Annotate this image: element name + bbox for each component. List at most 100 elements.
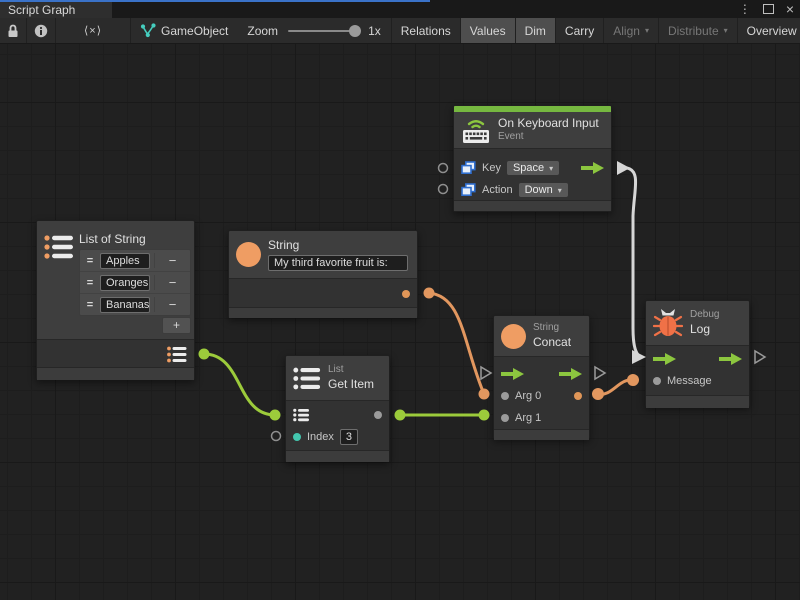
unconnected-port-circle[interactable] xyxy=(439,164,448,173)
flow-output-port[interactable] xyxy=(719,353,742,365)
toolbar-button-align[interactable]: Align ▾ xyxy=(604,18,659,43)
zoom-slider[interactable] xyxy=(288,30,360,32)
node-category: String xyxy=(533,322,571,335)
node-list-of-string[interactable]: List of String = Apples − = Oranges − xyxy=(36,220,195,380)
item-output-port[interactable] xyxy=(374,411,382,419)
drag-handle[interactable]: = xyxy=(80,277,100,289)
wire-endpoint xyxy=(479,389,490,400)
remove-item-button[interactable]: − xyxy=(154,275,190,290)
wire-endpoint xyxy=(592,388,604,400)
list-item-input[interactable]: Oranges xyxy=(100,275,150,291)
node-on-keyboard-input[interactable]: On Keyboard Input Event Key Space ▾ xyxy=(453,105,612,212)
list-output-port[interactable] xyxy=(167,346,187,363)
toolbar-button-values[interactable]: Values xyxy=(461,18,516,43)
drag-handle[interactable]: = xyxy=(80,255,100,267)
flow-output-port[interactable] xyxy=(559,368,582,380)
node-string-literal[interactable]: String My third favorite fruit is: xyxy=(228,230,418,318)
index-label: Index xyxy=(307,431,334,443)
arg0-input-port[interactable] xyxy=(501,392,509,400)
zoom-value: 1x xyxy=(368,24,381,38)
node-debug-log[interactable]: Debug Log Message xyxy=(645,300,750,407)
list-item-input[interactable]: Apples xyxy=(100,253,150,269)
flow-output-port[interactable] xyxy=(581,162,604,174)
wire-keyboard-to-log[interactable] xyxy=(627,168,641,357)
property-icon xyxy=(461,183,476,197)
unconnected-port-circle[interactable] xyxy=(439,185,448,194)
wire-endpoint xyxy=(270,410,281,421)
key-dropdown[interactable]: Space ▾ xyxy=(507,161,559,175)
unconnected-flow-triangle[interactable] xyxy=(481,367,491,379)
insert-unit-button[interactable]: ⟨×⟩ xyxy=(56,18,131,43)
node-title: List of String xyxy=(79,232,146,247)
string-value-input[interactable]: My third favorite fruit is: xyxy=(268,255,408,271)
property-icon xyxy=(461,161,476,175)
unconnected-flow-triangle[interactable] xyxy=(595,367,605,379)
keyboard-icon xyxy=(461,115,491,145)
toolbar-button-overview[interactable]: Overview xyxy=(738,18,800,43)
lock-button[interactable] xyxy=(0,18,27,43)
gameobject-label: GameObject xyxy=(161,24,228,38)
wire-endpoint xyxy=(199,349,210,360)
list-editor: = Apples − = Oranges − = Bananas − xyxy=(79,249,191,334)
chevron-down-icon: ▾ xyxy=(645,26,649,35)
zoom-slider-handle[interactable] xyxy=(349,25,361,37)
arg1-label: Arg 1 xyxy=(515,412,541,424)
close-icon[interactable]: × xyxy=(786,3,794,15)
zoom-label: Zoom xyxy=(247,24,278,38)
arg1-input-port[interactable] xyxy=(501,414,509,422)
info-button[interactable] xyxy=(27,18,56,43)
action-dropdown[interactable]: Down ▾ xyxy=(519,183,568,197)
remove-item-button[interactable]: − xyxy=(154,297,190,312)
node-title: Get Item xyxy=(328,377,374,392)
graph-canvas[interactable]: On Keyboard Input Event Key Space ▾ xyxy=(0,44,800,600)
zoom-control: Zoom 1x xyxy=(237,18,390,43)
string-output-port[interactable] xyxy=(402,290,410,298)
window-controls: ⋮ × xyxy=(739,1,794,17)
list-item-input[interactable]: Bananas xyxy=(100,297,150,313)
wire-string-to-concat[interactable] xyxy=(429,293,484,394)
add-item-button[interactable]: + xyxy=(162,317,191,334)
action-value: Down xyxy=(525,184,553,196)
node-get-item[interactable]: List Get Item Index 3 xyxy=(285,355,390,462)
toolbar-button-relations[interactable]: Relations xyxy=(391,18,461,43)
index-input[interactable]: 3 xyxy=(340,429,358,445)
node-category: Debug xyxy=(690,309,719,322)
maximize-icon[interactable] xyxy=(763,4,774,14)
node-concat[interactable]: String Concat Arg 0 xyxy=(493,315,590,439)
titlebar: Script Graph ⋮ × xyxy=(0,0,800,18)
drag-handle[interactable]: = xyxy=(80,299,100,311)
distribute-label: Distribute xyxy=(668,24,719,38)
node-title: Concat xyxy=(533,335,571,350)
flow-input-port[interactable] xyxy=(653,353,676,365)
wire-endpoint xyxy=(627,374,639,386)
flow-input-port[interactable] xyxy=(501,368,524,380)
graph-toolbar: ⟨×⟩ GameObject Zoom 1x Relations Values … xyxy=(0,18,800,44)
action-label: Action xyxy=(482,184,513,196)
unconnected-flow-triangle[interactable] xyxy=(755,351,765,363)
window-menu-icon[interactable]: ⋮ xyxy=(739,2,751,16)
gameobject-icon xyxy=(140,23,156,38)
gameobject-button[interactable]: GameObject xyxy=(131,18,237,43)
wire-endpoint xyxy=(424,288,435,299)
wire-concat-to-log[interactable] xyxy=(598,380,633,394)
wire-list-to-getitem[interactable] xyxy=(204,354,275,415)
toolbar-button-dim[interactable]: Dim xyxy=(516,18,556,43)
message-label: Message xyxy=(667,375,712,387)
list-input-port[interactable] xyxy=(293,408,310,422)
tab-script-graph[interactable]: Script Graph xyxy=(0,2,112,18)
chevron-down-icon: ▾ xyxy=(549,164,553,173)
list-icon xyxy=(293,366,321,391)
info-icon xyxy=(34,24,48,38)
lock-icon xyxy=(7,24,19,38)
toolbar-button-carry[interactable]: Carry xyxy=(556,18,604,43)
bug-icon xyxy=(653,308,683,338)
unconnected-port-circle[interactable] xyxy=(272,432,281,441)
index-input-port[interactable] xyxy=(293,433,301,441)
remove-item-button[interactable]: − xyxy=(154,253,190,268)
align-label: Align xyxy=(613,24,640,38)
toolbar-button-distribute[interactable]: Distribute ▾ xyxy=(659,18,738,43)
message-input-port[interactable] xyxy=(653,377,661,385)
list-icon xyxy=(44,234,74,260)
list-item-row: = Bananas − xyxy=(80,294,190,315)
result-output-port[interactable] xyxy=(574,392,582,400)
